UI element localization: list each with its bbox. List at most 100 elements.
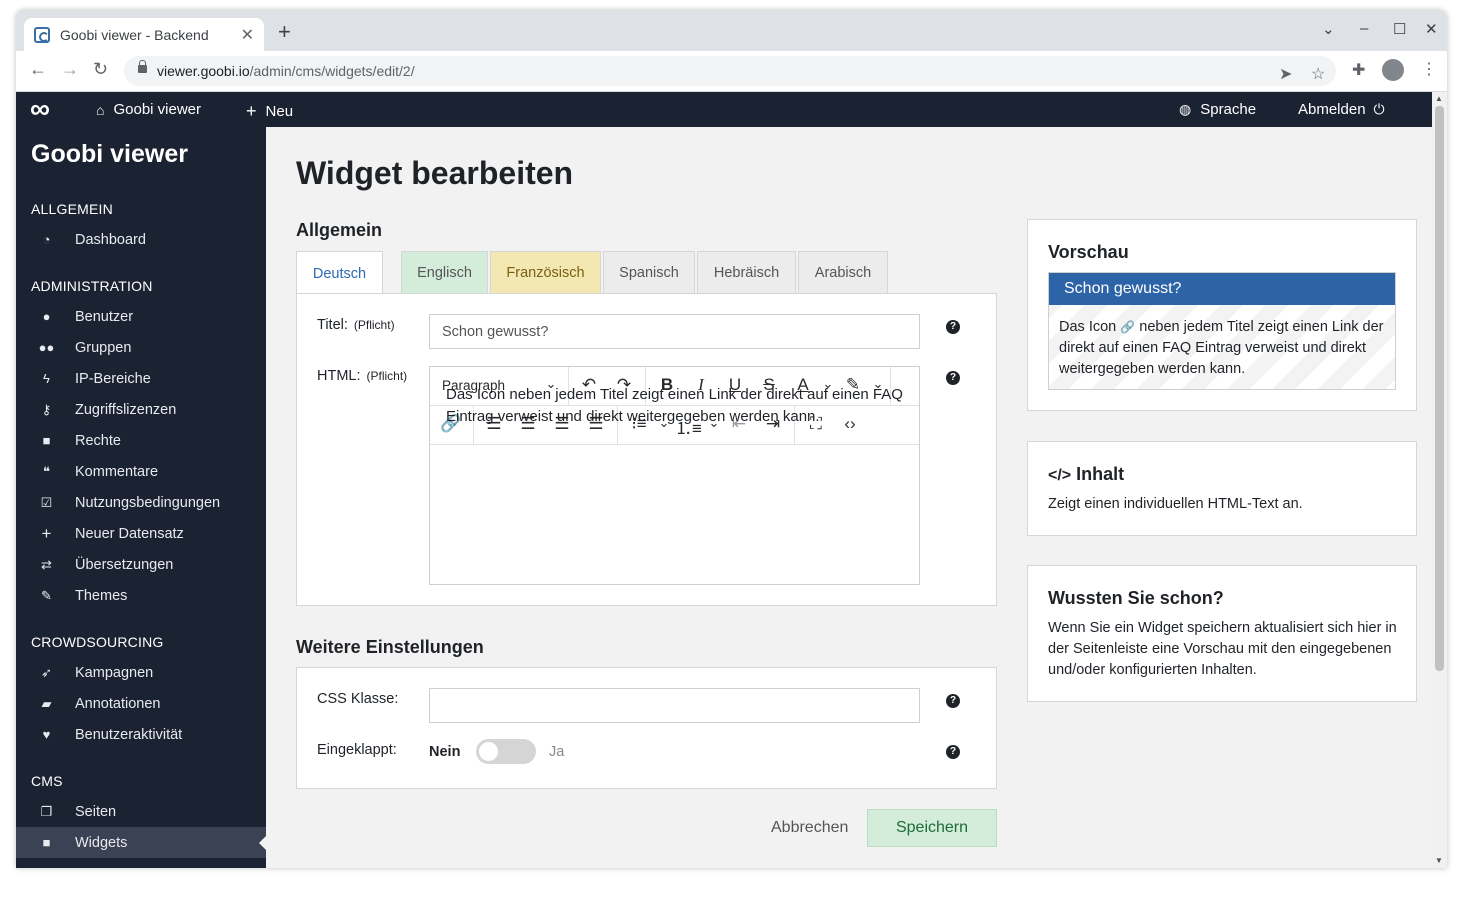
sidebar-item-annotationen[interactable]: ▰ Annotationen <box>16 688 266 719</box>
reload-icon[interactable]: ↻ <box>93 59 108 80</box>
sidebar-heading-cms: CMS <box>31 773 63 789</box>
user-icon: ● <box>42 309 51 324</box>
sidebar-item-kampagnen[interactable]: ➶ Kampagnen <box>16 657 266 688</box>
sidebar-item-benutzeraktivitaet[interactable]: ♥ Benutzeraktivität <box>16 719 266 750</box>
widget-icon: ■ <box>42 835 51 850</box>
admin-top-nav: ∞ ⌂ Goobi viewer + Neu ◍ Sprache Abmelde… <box>16 92 1432 127</box>
sidebar-item-ip-bereiche[interactable]: ϟ IP-Bereiche <box>16 363 266 394</box>
extensions-icon[interactable]: ✚ <box>1352 60 1365 80</box>
sidebar-item-seiten[interactable]: ❐ Seiten <box>16 796 266 827</box>
tab-close-icon[interactable]: ✕ <box>241 25 254 45</box>
section-title-general: Allgemein <box>296 220 383 240</box>
maximize-icon[interactable]: ☐ <box>1393 20 1406 38</box>
close-window-icon[interactable]: ✕ <box>1425 20 1438 38</box>
css-class-input[interactable] <box>429 688 920 723</box>
lock-icon: ■ <box>42 433 51 448</box>
send-icon[interactable]: ➤ <box>1279 64 1292 84</box>
scroll-up-icon[interactable]: ▲ <box>1435 94 1443 103</box>
cancel-button[interactable]: Abbrechen <box>771 819 848 837</box>
browser-tab[interactable]: Goobi viewer - Backend ✕ <box>24 18 264 51</box>
tab-arabisch[interactable]: Arabisch <box>798 251 888 294</box>
check-square-icon: ☑ <box>40 494 53 510</box>
title-label: Titel: (Pflicht) <box>317 317 395 333</box>
collapsed-help-icon[interactable]: ? <box>946 745 960 759</box>
sidebar-item-rechte[interactable]: ■ Rechte <box>16 425 266 456</box>
topnav-home[interactable]: ⌂ Goobi viewer <box>96 101 201 118</box>
sidebar-brand: Goobi viewer <box>31 140 188 168</box>
lock-icon <box>138 60 147 73</box>
goobi-logo-icon[interactable]: ∞ <box>30 94 50 124</box>
sidebar-item-zugriffslizenzen[interactable]: ⚷ Zugriffslizenzen <box>16 394 266 425</box>
html-label: HTML: (Pflicht) <box>317 368 408 384</box>
html-help-icon[interactable]: ? <box>946 371 960 385</box>
main-content: Widget bearbeiten Allgemein Deutsch Engl… <box>266 127 1432 868</box>
sidebar-item-dashboard[interactable]: ◔ Dashboard <box>16 224 266 255</box>
link-icon: 🔗 <box>1120 320 1136 334</box>
toggle-on-label: Ja <box>549 744 565 760</box>
html-editor: Paragraph ⌄ ↶ ↷ B I U S A ⌄ ✎ ⌄ 🔗 ☰ ☰ ☰ … <box>429 366 920 585</box>
sidebar-heading-crowdsourcing: CROWDSOURCING <box>31 634 164 650</box>
sidebar-item-gruppen[interactable]: ●● Gruppen <box>16 332 266 363</box>
minimize-icon[interactable]: – <box>1360 20 1368 37</box>
sidebar-item-nutzungsbedingungen[interactable]: ☑ Nutzungsbedingungen <box>16 487 266 518</box>
title-input[interactable] <box>429 314 920 349</box>
sidebar-item-uebersetzungen[interactable]: ⇄ Übersetzungen <box>16 549 266 580</box>
scrollbar-thumb[interactable] <box>1435 106 1444 671</box>
comments-icon: ❝ <box>43 463 50 479</box>
goobi-favicon-icon <box>34 26 50 43</box>
profile-avatar[interactable] <box>1382 59 1404 81</box>
page-scrollbar[interactable]: ▲ ▼ <box>1432 92 1447 868</box>
bookmark-star-icon[interactable]: ☆ <box>1311 64 1325 84</box>
sidebar-item-themes[interactable]: ✎ Themes <box>16 580 266 611</box>
preview-widget-text: Das Icon 🔗 neben jedem Titel zeigt einen… <box>1059 319 1384 377</box>
tab-englisch[interactable]: Englisch <box>401 251 488 294</box>
sidebar-item-neuer-datensatz[interactable]: + Neuer Datensatz <box>16 518 266 549</box>
plus-icon: + <box>246 101 257 121</box>
css-class-help-icon[interactable]: ? <box>946 694 960 708</box>
menu-kebab-icon[interactable]: ⋮ <box>1421 59 1437 79</box>
browser-tab-title: Goobi viewer - Backend <box>60 26 209 43</box>
address-bar[interactable]: viewer.goobi.io/admin/cms/widgets/edit/2… <box>124 56 1336 86</box>
general-card: Titel:(Pflicht) ? HTML:(Pflicht) ? Parag… <box>296 293 997 606</box>
power-icon: ⏻ <box>1373 101 1385 117</box>
collapsed-toggle[interactable] <box>476 739 536 764</box>
preview-card: Vorschau Schon gewusst? Das Icon 🔗 neben… <box>1027 219 1417 411</box>
css-class-label: CSS Klasse: <box>317 691 399 707</box>
further-settings-card: CSS Klasse: ? Eingeklappt: Nein Ja ? <box>296 667 997 789</box>
new-tab-button[interactable]: + <box>278 21 291 43</box>
forward-icon[interactable]: → <box>61 59 79 80</box>
url-text: viewer.goobi.io/admin/cms/widgets/edit/2… <box>157 63 415 79</box>
brush-icon: ✎ <box>41 587 52 603</box>
content-card: </> Inhalt Zeigt einen individuellen HTM… <box>1027 441 1417 536</box>
sticky-note-icon: ▰ <box>41 695 52 711</box>
editor-paragraph: Das Icon neben jedem Titel zeigt einen L… <box>446 386 903 425</box>
exchange-icon: ⇄ <box>41 556 52 572</box>
browser-window: Goobi viewer - Backend ✕ + ⌄ – ☐ ✕ ← → ↻… <box>16 10 1447 868</box>
page-title: Widget bearbeiten <box>296 155 574 191</box>
tab-deutsch[interactable]: Deutsch <box>296 251 383 295</box>
tab-strip: Goobi viewer - Backend ✕ + ⌄ – ☐ ✕ <box>16 10 1447 51</box>
tab-hebraeisch[interactable]: Hebräisch <box>697 251 796 294</box>
content-text: Zeigt einen individuellen HTML-Text an. <box>1048 496 1303 512</box>
tab-franzoesisch[interactable]: Französisch <box>490 251 601 294</box>
scroll-down-icon[interactable]: ▼ <box>1435 856 1443 865</box>
tab-spanisch[interactable]: Spanisch <box>603 251 695 294</box>
tip-title: Wussten Sie schon? <box>1048 588 1224 608</box>
tab-search-icon[interactable]: ⌄ <box>1322 20 1335 38</box>
topnav-logout[interactable]: Abmelden ⏻ <box>1298 101 1385 118</box>
section-title-further-settings: Weitere Einstellungen <box>296 637 484 657</box>
topnav-new[interactable]: + Neu <box>246 101 293 122</box>
preview-widget-title: Schon gewusst? <box>1049 273 1395 305</box>
back-icon[interactable]: ← <box>29 59 47 80</box>
home-icon: ⌂ <box>96 101 105 118</box>
save-button[interactable]: Speichern <box>867 809 997 847</box>
sidebar-item-benutzer[interactable]: ● Benutzer <box>16 301 266 332</box>
topnav-language[interactable]: ◍ Sprache <box>1179 101 1256 118</box>
sidebar-heading-allgemein: ALLGEMEIN <box>31 201 113 217</box>
sidebar-item-kommentare[interactable]: ❝ Kommentare <box>16 456 266 487</box>
sidebar-heading-administration: ADMINISTRATION <box>31 278 153 294</box>
sidebar-item-widgets[interactable]: ■ Widgets <box>16 827 266 858</box>
bolt-icon: ϟ <box>43 371 50 386</box>
title-help-icon[interactable]: ? <box>946 320 960 334</box>
browser-toolbar: ← → ↻ viewer.goobi.io/admin/cms/widgets/… <box>16 51 1447 92</box>
